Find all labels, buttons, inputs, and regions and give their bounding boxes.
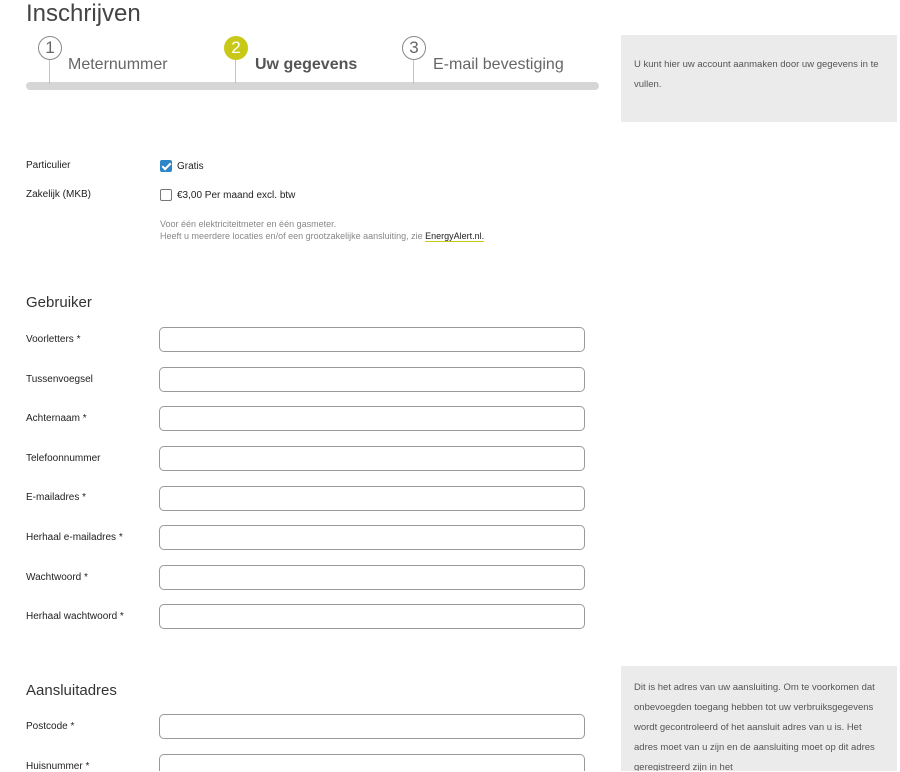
tussenvoegsel-input[interactable] [159,367,585,392]
step-connector [235,58,236,84]
energyalert-link[interactable]: EnergyAlert.nl. [425,231,485,242]
step-connector [413,58,414,84]
voorletters-input[interactable] [159,327,585,352]
gratis-checkbox[interactable] [160,160,172,172]
postcode-input[interactable] [159,714,585,739]
plan-note-line2: Heeft u meerdere locaties en/of een groo… [160,230,485,242]
zakelijk-label: Zakelijk (MKB) [26,189,92,200]
herhaal-email-label: Herhaal e-mailadres * [26,532,123,543]
step-3-label: E-mail bevestiging [433,56,564,73]
voorletters-label: Voorletters * [26,334,81,345]
gratis-option-label: Gratis [177,160,204,172]
wachtwoord-label: Wachtwoord * [26,572,88,583]
herhaal-wachtwoord-label: Herhaal wachtwoord * [26,611,124,622]
plan-note: Voor één elektriciteitmeter en één gasme… [160,218,485,242]
zakelijk-option-label: €3,00 Per maand excl. btw [177,189,296,201]
particulier-option[interactable]: Gratis [160,160,204,172]
herhaal-wachtwoord-input[interactable] [159,604,585,629]
tussenvoegsel-label: Tussenvoegsel [26,374,93,385]
zakelijk-option[interactable]: €3,00 Per maand excl. btw [160,189,295,201]
aansluitadres-section-title: Aansluitadres [26,682,117,699]
huisnummer-label: Huisnummer * [26,761,90,772]
wachtwoord-input[interactable] [159,565,585,590]
account-info-box: U kunt hier uw account aanmaken door uw … [621,35,897,122]
particulier-label: Particulier [26,160,71,171]
herhaal-email-input[interactable] [159,525,585,550]
achternaam-input[interactable] [159,406,585,431]
email-input[interactable] [159,486,585,511]
achternaam-label: Achternaam * [26,413,87,424]
steps-progress-bar [26,82,599,90]
step-1-number: 1 [38,36,62,60]
gebruiker-section-title: Gebruiker [26,294,92,311]
telefoonnummer-input[interactable] [159,446,585,471]
step-3-number: 3 [402,36,426,60]
telefoonnummer-label: Telefoonnummer [26,453,101,464]
step-connector [49,58,50,84]
plan-note-line2-text: Heeft u meerdere locaties en/of een groo… [160,231,426,241]
huisnummer-input[interactable] [159,754,585,771]
plan-note-line1: Voor één elektriciteitmeter en één gasme… [160,219,337,229]
step-2-label: Uw gegevens [255,56,358,73]
step-1-label: Meternummer [68,56,168,73]
step-2-number: 2 [224,36,248,60]
email-label: E-mailadres * [26,492,87,503]
address-info-box: Dit is het adres van uw aansluiting. Om … [621,666,897,771]
page-title: Inschrijven [26,0,141,27]
postcode-label: Postcode * [26,721,75,732]
zakelijk-checkbox[interactable] [160,189,172,201]
